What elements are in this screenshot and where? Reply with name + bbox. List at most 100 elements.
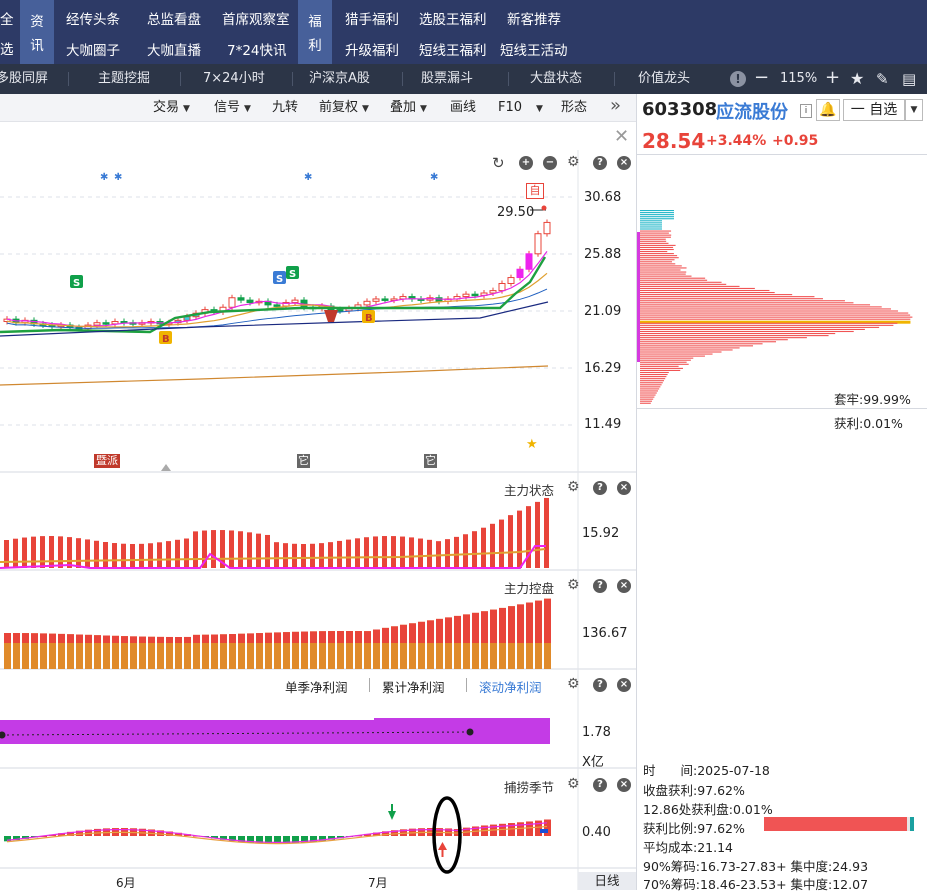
toolbar-xingtai[interactable]: 形态 (561, 97, 587, 119)
nav-quan[interactable]: 全 (0, 8, 14, 28)
zlzt-bar (535, 502, 540, 568)
chip-bar (640, 347, 740, 348)
zoom-in-icon[interactable]: + (825, 68, 840, 88)
toolbar-jiuzhuan[interactable]: 九转 (272, 97, 298, 119)
tab-dapan[interactable]: 大盘状态 (530, 64, 582, 94)
legend-leiji[interactable]: 累计净利润 (382, 677, 445, 696)
zlzt-bar (481, 528, 486, 568)
panel4-help-icon[interactable]: ? (593, 778, 607, 792)
nav-zongjian[interactable]: 总监看盘 (147, 8, 201, 28)
close-chart-icon[interactable]: ✕ (614, 126, 629, 147)
zlkp-top (508, 606, 515, 643)
chip-bar (640, 360, 691, 361)
chip-bar (640, 251, 667, 252)
watchlist-button[interactable]: 一 自选 (843, 99, 905, 121)
nav-duanxian[interactable]: 短线王福利 (419, 39, 487, 59)
zlkp-top (220, 634, 227, 643)
toolbar-diejia[interactable]: 叠加 ▼ (390, 97, 427, 119)
chip-bar (640, 351, 722, 352)
nav-kuaixun[interactable]: 7*24快讯 (227, 39, 287, 59)
toolbar-f10[interactable]: F10 ▼ (498, 97, 543, 119)
chip-bar (640, 226, 662, 227)
panel4-close-icon[interactable]: × (617, 778, 631, 792)
chip-bar (640, 237, 671, 238)
zlkp-top (373, 629, 380, 643)
stock-name[interactable]: 应流股份 (716, 98, 788, 124)
tab-loudou[interactable]: 股票漏斗 (421, 64, 473, 94)
legend-gundong[interactable]: 滚动净利润 (479, 677, 542, 696)
tab-hushenjing[interactable]: 沪深京A股 (309, 64, 370, 94)
zoom-out-icon[interactable]: − (754, 68, 769, 88)
nav-lieshou[interactable]: 猎手福利 (345, 8, 399, 28)
nav-jingchuan[interactable]: 经传头条 (66, 8, 120, 28)
zlkp-top (436, 619, 443, 643)
chip-bar (640, 231, 671, 232)
chart-area[interactable]: ✱ ✱ ✱ ✱S S SBB★ (0, 122, 636, 890)
star-icon[interactable]: ★ (850, 69, 864, 89)
panel1-close-icon[interactable]: × (617, 481, 631, 495)
toolbar-jiaoyi[interactable]: 交易 ▼ (153, 97, 190, 119)
info-icon[interactable]: i (800, 104, 812, 118)
chip-bar (640, 278, 705, 279)
toolbar-xinhao[interactable]: 信号 ▼ (214, 97, 251, 119)
legend-danji[interactable]: 单季净利润 (285, 677, 348, 696)
panel1-gear-icon[interactable]: ⚙ (567, 480, 580, 494)
zlzt-bar (544, 498, 549, 568)
panel1-help-icon[interactable]: ? (593, 481, 607, 495)
chip-bar (640, 374, 668, 375)
zlkp-top (328, 631, 335, 643)
nav-zixun-block[interactable]: 资 讯 (20, 0, 54, 64)
zlkp-top (175, 637, 182, 643)
expand-icon[interactable]: » (610, 95, 621, 116)
remove-indicator-icon[interactable]: − (543, 156, 557, 170)
bell-icon[interactable]: 🔔 (816, 99, 840, 121)
toolbar-huaxian[interactable]: 画线 (450, 97, 476, 119)
zlzt-bar (247, 532, 252, 568)
event-marker-1[interactable]: 暨派 (94, 454, 120, 468)
panel2-help-icon[interactable]: ? (593, 579, 607, 593)
main-gear-icon[interactable]: ⚙ (567, 155, 580, 169)
main-close-icon[interactable]: × (617, 156, 631, 170)
panel4-gear-icon[interactable]: ⚙ (567, 777, 580, 791)
chip-bar (640, 263, 675, 264)
main-help-icon[interactable]: ? (593, 156, 607, 170)
pen-icon[interactable]: ✎ (876, 69, 889, 89)
nav-shengji[interactable]: 升级福利 (345, 39, 399, 59)
candle-body (274, 305, 280, 307)
nav-xuan[interactable]: 选 (0, 38, 14, 58)
panel2-gear-icon[interactable]: ⚙ (567, 578, 580, 592)
chip-bar (640, 235, 671, 236)
zlzt-bar (40, 536, 45, 568)
panel3-help-icon[interactable]: ? (593, 678, 607, 692)
add-indicator-icon[interactable]: + (519, 156, 533, 170)
period-selector[interactable]: 日线 (578, 872, 636, 890)
alert-icon[interactable]: ! (730, 71, 746, 87)
event-marker-3[interactable]: 它 (424, 454, 437, 468)
panel3-gear-icon[interactable]: ⚙ (567, 677, 580, 691)
tab-duogu[interactable]: 多股同屏 (0, 64, 48, 94)
panel2-close-icon[interactable]: × (617, 579, 631, 593)
signal-label: S (73, 278, 80, 289)
nav-dakazhibo[interactable]: 大咖直播 (147, 39, 201, 59)
watchlist-dropdown-icon[interactable]: ▼ (905, 99, 923, 121)
zlkp-top (355, 631, 362, 643)
toolbar-qianfuquan[interactable]: 前复权 ▼ (319, 97, 369, 119)
event-marker-2[interactable]: 它 (297, 454, 310, 468)
chip-bar (640, 380, 664, 381)
zlkp-top (67, 634, 74, 643)
panel4-axis: 0.40 (582, 825, 611, 840)
nav-xuangu[interactable]: 选股王福利 (419, 8, 487, 28)
nav-shouxi[interactable]: 首席观察室 (222, 8, 290, 28)
nav-fuli-block[interactable]: 福 利 (298, 0, 332, 64)
nav-duanxian-huodong[interactable]: 短线王活动 (500, 39, 568, 59)
tab-jiazhi[interactable]: 价值龙头 (638, 64, 690, 94)
nav-dakaquan[interactable]: 大咖圈子 (66, 39, 120, 59)
chip-bar (640, 325, 893, 326)
layout-icon[interactable]: ▤ (902, 70, 916, 88)
tab-724[interactable]: 7×24小时 (203, 64, 265, 94)
panel3-close-icon[interactable]: × (617, 678, 631, 692)
nav-xinke[interactable]: 新客推荐 (507, 8, 561, 28)
tab-zhuti[interactable]: 主题挖掘 (98, 64, 150, 94)
refresh-icon[interactable]: ↻ (492, 154, 505, 172)
profit-ratio-fill (764, 817, 907, 831)
